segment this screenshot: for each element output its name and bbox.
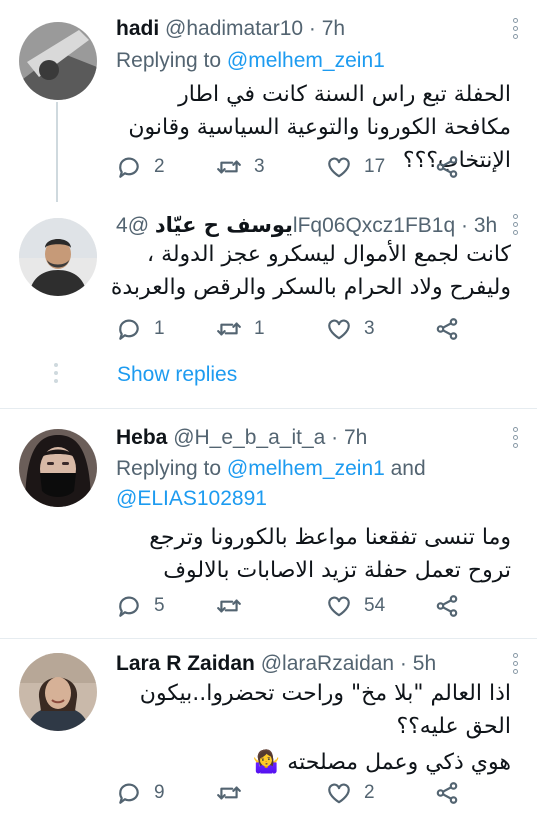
avatar[interactable] — [19, 22, 97, 100]
tweet-text: وما تنسى تفقعنا مواعظ بالكورونا وترجع تر… — [149, 525, 511, 583]
handle: @H_e_b_a_it_a · 7h — [173, 426, 368, 449]
reply-button[interactable]: 2 — [116, 152, 165, 182]
show-replies-link[interactable]: Show replies — [117, 363, 237, 387]
display-name[interactable]: يوسف ح عيّاد — [155, 213, 293, 237]
replying-to: Replying to @melhem_zein1 and @ELIAS1028… — [116, 457, 426, 510]
share-icon — [436, 318, 458, 340]
replying-to: Replying to @melhem_zein1 — [116, 49, 385, 72]
retweet-icon — [217, 786, 241, 800]
more-icon[interactable] — [511, 427, 519, 453]
share-button[interactable] — [434, 591, 472, 621]
reply-count: 9 — [154, 782, 165, 803]
retweet-button[interactable]: 3 — [216, 152, 265, 182]
like-button[interactable]: 2 — [326, 778, 375, 808]
avatar[interactable] — [19, 429, 97, 507]
like-count: 2 — [364, 782, 375, 803]
retweet-button[interactable]: 1 — [216, 314, 265, 344]
tweet-header: Heba @H_e_b_a_it_a · 7h — [116, 425, 497, 451]
like-button[interactable]: 17 — [326, 152, 385, 182]
like-count: 54 — [364, 595, 386, 616]
display-name[interactable]: Lara R Zaidan — [116, 652, 255, 675]
retweet-icon — [217, 599, 241, 613]
like-button[interactable]: 3 — [326, 314, 375, 344]
tweet-3[interactable]: Heba @H_e_b_a_it_a · 7h Replying to @mel… — [0, 409, 537, 639]
tweet-actions: 1 1 3 — [116, 314, 476, 344]
retweet-button[interactable] — [216, 778, 254, 808]
retweet-button[interactable] — [216, 591, 254, 621]
tweet-header: hadi @hadimatar10 · 7h — [116, 16, 497, 42]
share-icon — [436, 156, 458, 178]
reply-button[interactable]: 1 — [116, 314, 165, 344]
share-button[interactable] — [434, 314, 472, 344]
reply-count: 2 — [154, 156, 165, 177]
like-icon — [328, 596, 350, 617]
tweet-2[interactable]: يوسف ح عيّاد @4lFq06Qxcz1FB1q · 3h كانت … — [0, 200, 537, 360]
reply-icon — [119, 319, 139, 340]
avatar[interactable] — [19, 218, 97, 296]
thread-dots — [54, 363, 58, 387]
like-icon — [328, 319, 350, 340]
reply-icon — [119, 783, 139, 804]
tweet-text: اذا العالم "بلا مخ" وراحت تحضروا..بيكون … — [110, 677, 511, 779]
more-icon[interactable] — [511, 653, 519, 679]
avatar[interactable] — [19, 653, 97, 731]
reply-button[interactable]: 9 — [116, 778, 165, 808]
share-icon — [436, 782, 458, 804]
reply-button[interactable]: 5 — [116, 591, 165, 621]
more-icon[interactable] — [511, 214, 519, 240]
tweet-text-line: اذا العالم "بلا مخ" وراحت تحضروا..بيكون … — [139, 681, 511, 739]
tweet-1[interactable]: hadi @hadimatar10 · 7h Replying to @melh… — [0, 0, 537, 202]
like-button[interactable]: 54 — [326, 591, 385, 621]
retweet-icon — [217, 160, 241, 174]
handle: @laraRzaidan · 5h — [260, 652, 437, 675]
share-button[interactable] — [434, 778, 472, 808]
retweet-count: 1 — [254, 318, 265, 339]
reply-count: 5 — [154, 595, 165, 616]
like-count: 17 — [364, 156, 386, 177]
like-icon — [328, 157, 350, 178]
mention-link[interactable]: @ELIAS102891 — [116, 487, 267, 510]
tweet-text: كانت لجمع الأموال ليسكرو عجز الدولة ، ول… — [110, 242, 511, 300]
tweet-4[interactable]: Lara R Zaidan @laraRzaidan · 5h اذا العا… — [0, 639, 537, 829]
mention-link[interactable]: @melhem_zein1 — [227, 49, 385, 72]
tweet-text-line: هوي ذكي وعمل مصلحته 🤷‍♀️ — [252, 750, 511, 775]
like-count: 3 — [364, 318, 375, 339]
display-name[interactable]: hadi — [116, 17, 159, 40]
tweet-actions: 5 54 — [116, 591, 476, 621]
reply-icon — [119, 157, 139, 178]
retweet-icon — [217, 322, 241, 336]
reply-icon — [119, 596, 139, 617]
tweet-actions: 2 3 17 — [116, 152, 476, 182]
display-name[interactable]: Heba — [116, 426, 167, 449]
share-icon — [436, 595, 458, 617]
tweet-actions: 9 2 — [116, 778, 476, 808]
tweet-header: Lara R Zaidan @laraRzaidan · 5h — [116, 651, 497, 677]
more-icon[interactable] — [511, 18, 519, 44]
handle: @hadimatar10 · 7h — [165, 17, 346, 40]
reply-count: 1 — [154, 318, 165, 339]
retweet-count: 3 — [254, 156, 265, 177]
share-button[interactable] — [434, 152, 472, 182]
like-icon — [328, 783, 350, 804]
mention-link[interactable]: @melhem_zein1 — [227, 457, 385, 480]
tweet-header: يوسف ح عيّاد @4lFq06Qxcz1FB1q · 3h — [116, 212, 497, 239]
